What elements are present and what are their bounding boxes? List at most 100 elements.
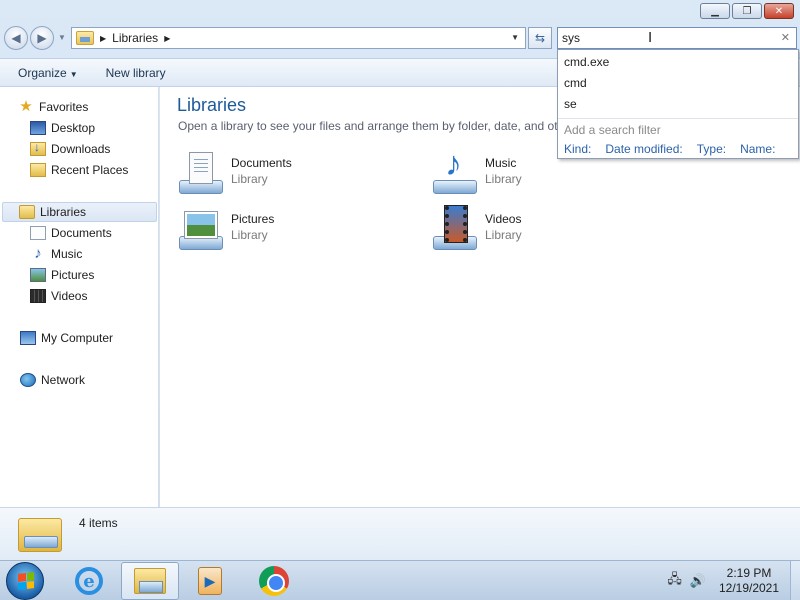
sidebar-item-favorites[interactable]: ★ Favorites <box>18 97 88 117</box>
recent-pages-dropdown[interactable]: ▼ <box>58 33 66 42</box>
forward-button[interactable]: ▶ <box>30 26 54 50</box>
library-name: Music <box>485 156 517 170</box>
close-button[interactable]: ✕ <box>764 3 794 19</box>
sidebar-item-label: Favorites <box>39 100 89 114</box>
taskbar-chrome[interactable] <box>245 562 303 600</box>
downloads-icon <box>30 140 46 156</box>
search-input[interactable]: sys I ✕ <box>557 27 797 49</box>
library-type: Library <box>231 172 268 186</box>
page-title: Libraries <box>177 95 247 115</box>
sidebar-item-videos[interactable]: Videos <box>30 286 87 306</box>
minimize-button[interactable]: ▁ <box>700 3 730 19</box>
address-bar[interactable]: ▶ Libraries ▶ ▼ <box>71 27 526 49</box>
library-type: Library <box>485 228 522 242</box>
library-tile-pictures[interactable]: Pictures Library <box>177 206 377 256</box>
music-library-icon: ♪ <box>431 146 479 196</box>
clock[interactable]: 2:19 PM 12/19/2021 <box>714 566 784 596</box>
page-subtitle: Open a library to see your files and arr… <box>178 119 560 133</box>
library-type: Library <box>485 172 522 186</box>
sidebar-item-network[interactable]: Network <box>20 370 85 390</box>
music-icon: ♪ <box>34 245 42 262</box>
suggestion-item[interactable]: cmd.exe <box>564 55 609 69</box>
library-type: Library <box>231 228 268 242</box>
videos-library-icon <box>431 205 479 252</box>
sidebar-item-label: Downloads <box>51 142 111 156</box>
desktop-icon <box>30 121 46 135</box>
breadcrumb-chevron-icon[interactable]: ▶ <box>164 34 170 43</box>
sidebar-item-desktop[interactable]: Desktop <box>30 118 95 138</box>
pictures-icon <box>30 268 46 282</box>
breadcrumb-chevron-icon[interactable]: ▶ <box>100 34 106 43</box>
pictures-library-icon <box>177 206 225 252</box>
chrome-icon <box>259 566 289 596</box>
sidebar-item-label: Network <box>41 373 86 387</box>
new-library-button[interactable]: New library <box>106 66 166 80</box>
libraries-icon <box>19 205 35 219</box>
filter-date-modified[interactable]: Date modified: <box>605 142 682 156</box>
library-tile-documents[interactable]: Documents Library <box>177 150 377 200</box>
windows-logo-icon <box>18 572 34 590</box>
search-filters: Kind: Date modified: Type: Name: <box>564 142 775 156</box>
refresh-icon: ⇆ <box>534 31 546 45</box>
sidebar-item-downloads[interactable]: Downloads <box>30 139 110 159</box>
breadcrumb-libraries[interactable]: Libraries <box>112 31 158 45</box>
forward-arrow-icon: ▶ <box>37 31 47 45</box>
organize-button[interactable]: Organize ▼ <box>18 66 78 80</box>
taskbar-media-player[interactable]: ▶ <box>181 562 239 600</box>
taskbar-internet-explorer[interactable]: e <box>60 562 118 600</box>
show-desktop-button[interactable] <box>790 561 800 600</box>
network-icon <box>20 373 36 387</box>
refresh-button[interactable]: ⇆ <box>528 27 552 49</box>
documents-icon <box>30 226 46 240</box>
sidebar-item-label: Recent Places <box>51 163 129 177</box>
sidebar-item-label: Pictures <box>51 268 95 282</box>
system-tray: 🖧 🔊 2:19 PM 12/19/2021 <box>667 561 800 600</box>
restore-button[interactable]: ❐ <box>732 3 762 19</box>
filter-kind[interactable]: Kind: <box>564 142 591 156</box>
filter-type[interactable]: Type: <box>697 142 726 156</box>
caption-buttons: ▁ ❐ ✕ <box>700 3 794 19</box>
libraries-large-icon <box>18 514 64 554</box>
taskbar-windows-explorer[interactable] <box>121 562 179 600</box>
filter-name[interactable]: Name: <box>740 142 775 156</box>
suggestion-item[interactable]: se <box>564 97 577 111</box>
back-arrow-icon: ◀ <box>11 31 21 45</box>
explorer-window: ▁ ❐ ✕ ◀ ▶ ▼ ▶ Libraries ▶ ▼ ⇆ sys I ✕ Or… <box>0 0 800 560</box>
windows-explorer-icon <box>134 568 166 594</box>
sidebar-item-music[interactable]: ♪ Music <box>30 244 82 264</box>
item-count: 4 items <box>79 516 118 530</box>
sidebar-item-libraries[interactable]: Libraries <box>2 202 157 222</box>
details-pane: 4 items <box>0 507 800 560</box>
star-icon: ★ <box>19 98 33 115</box>
internet-explorer-icon: e <box>75 567 103 595</box>
network-status-icon[interactable]: 🖧 <box>667 570 682 592</box>
sidebar-item-pictures[interactable]: Pictures <box>30 265 94 285</box>
address-dropdown-icon[interactable]: ▼ <box>511 33 519 42</box>
media-player-icon: ▶ <box>198 567 222 595</box>
volume-icon[interactable]: 🔊 <box>690 573 706 589</box>
clear-search-icon[interactable]: ✕ <box>781 31 790 44</box>
navigation-bar: ◀ ▶ ▼ ▶ Libraries ▶ ▼ ⇆ sys I ✕ <box>0 24 800 52</box>
documents-library-icon <box>177 150 225 196</box>
search-suggestions-dropdown: cmd.exe cmd se Add a search filter Kind:… <box>557 49 799 159</box>
sidebar-item-label: Videos <box>51 289 88 303</box>
sidebar-item-label: Desktop <box>51 121 96 135</box>
library-tile-videos[interactable]: Videos Library <box>431 205 631 256</box>
navigation-pane: ★ Favorites Desktop Downloads Recent Pla… <box>0 87 159 507</box>
back-button[interactable]: ◀ <box>4 26 28 50</box>
sidebar-item-documents[interactable]: Documents <box>30 223 112 243</box>
library-name: Pictures <box>231 212 275 226</box>
clock-time: 2:19 PM <box>726 566 772 580</box>
sidebar-item-recent-places[interactable]: Recent Places <box>30 160 128 180</box>
sidebar-item-label: My Computer <box>41 331 114 345</box>
sidebar-item-label: Documents <box>51 226 112 240</box>
suggestion-item[interactable]: cmd <box>564 76 587 90</box>
computer-icon <box>20 331 36 345</box>
start-button[interactable] <box>6 562 44 600</box>
clock-date: 12/19/2021 <box>718 581 780 595</box>
sidebar-item-label: Libraries <box>40 205 87 219</box>
search-filter-hint: Add a search filter <box>564 123 661 137</box>
videos-icon <box>30 289 46 303</box>
library-name: Documents <box>231 156 292 170</box>
sidebar-item-my-computer[interactable]: My Computer <box>20 328 113 348</box>
